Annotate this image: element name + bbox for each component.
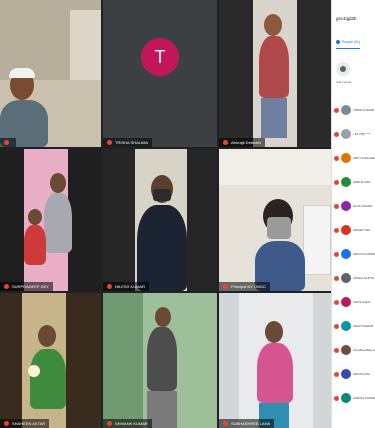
participant-name: SUBHASHREE LAHA: [219, 419, 275, 428]
avatar: [341, 393, 351, 403]
avatar: [341, 249, 351, 259]
mic-off-icon: [334, 131, 339, 137]
participant-row[interactable]: VINOD KUMAR: [332, 98, 375, 122]
participant-name: SURPRADEEP DEY: [0, 282, 53, 291]
participant-row[interactable]: ANKITA KUMARI: [332, 242, 375, 266]
participant-name: +91 7397 ***: [353, 132, 370, 136]
mic-off-icon: [334, 203, 339, 209]
avatar: [341, 345, 351, 355]
participant-row[interactable]: +91 7397 ***: [332, 122, 375, 146]
participant-name: [0, 138, 16, 147]
avatar: [341, 153, 351, 163]
participant-name: SHAHEEN AKTAR: [0, 419, 50, 428]
avatar: [341, 105, 351, 115]
mic-off-icon: [334, 275, 339, 281]
mic-off-icon: [107, 421, 112, 426]
participant-name: Principal KV ONGC: [219, 282, 270, 291]
mic-off-icon: [334, 155, 339, 161]
mic-off-icon: [334, 251, 339, 257]
mic-off-icon: [334, 107, 339, 113]
mic-off-icon: [107, 140, 112, 145]
people-icon: [336, 40, 340, 44]
video-tile[interactable]: SUBHASHREE LAHA: [219, 293, 331, 428]
participant-row[interactable]: ANVIKA PAL: [332, 362, 375, 386]
avatar: [341, 225, 351, 235]
avatar: [341, 273, 351, 283]
avatar: T: [141, 38, 179, 76]
participant-row[interactable]: ANUP KUMAR: [332, 314, 375, 338]
participant-row[interactable]: ASHISH KUMAR: [332, 386, 375, 410]
participant-name: TRISHA SHALIMA: [103, 138, 153, 147]
participant-row[interactable]: ALOK ANAND: [332, 194, 375, 218]
participant-row[interactable]: ADITYA BALDEV: [332, 146, 375, 170]
participant-row[interactable]: ANITA SAHA: [332, 290, 375, 314]
participant-name: Anushka Majumdar: [353, 348, 375, 352]
add-people-label: Add people: [336, 80, 352, 84]
mic-off-icon: [334, 179, 339, 185]
participant-name: ANITA SAHA: [353, 300, 371, 304]
mic-off-icon: [334, 323, 339, 329]
mic-off-icon: [4, 140, 9, 145]
people-panel: gsc4qgl2b People (31) Add people VINOD K…: [331, 0, 375, 428]
add-people-button[interactable]: [336, 62, 350, 76]
mic-off-icon: [334, 227, 339, 233]
participant-row[interactable]: ANIKET RAY: [332, 218, 375, 242]
avatar: [341, 129, 351, 139]
mic-off-icon: [334, 395, 339, 401]
participant-name: ASHISH KUMAR: [353, 396, 375, 400]
avatar-letter: T: [154, 46, 166, 67]
participant-row[interactable]: Anushka Majumdar: [332, 338, 375, 362]
mic-off-icon: [223, 421, 228, 426]
avatar: [341, 369, 351, 379]
participant-name: ADRIJA DAS: [353, 180, 371, 184]
avatar: [341, 177, 351, 187]
video-tile[interactable]: Abhrajit Debnath: [219, 0, 331, 147]
video-tile[interactable]: SURPRADEEP DEY: [0, 149, 101, 291]
participant-name: NILESH KUMAR: [103, 282, 150, 291]
participant-row[interactable]: ADRIJA DAS: [332, 170, 375, 194]
mic-off-icon: [334, 347, 339, 353]
tab-people-label: People (31): [342, 40, 361, 44]
tab-people[interactable]: People (31): [336, 40, 360, 44]
video-grid: T TRISHA SHALIMA Abhrajit Debnath SURPRA…: [0, 0, 331, 428]
video-tile[interactable]: SHIVANK KUMAR: [103, 293, 217, 428]
video-tile[interactable]: NILESH KUMAR: [103, 149, 217, 291]
participant-name: ANUP KUMAR: [353, 324, 373, 328]
mic-off-icon: [334, 299, 339, 305]
mic-off-icon: [334, 371, 339, 377]
mic-off-icon: [107, 284, 112, 289]
video-tile[interactable]: SHAHEEN AKTAR: [0, 293, 101, 428]
mic-off-icon: [4, 284, 9, 289]
participant-name: ANSHA GUPTA: [353, 276, 375, 280]
avatar: [341, 297, 351, 307]
add-person-icon: [340, 66, 346, 72]
participant-name: ANVIKA PAL: [353, 372, 371, 376]
participant-name: SHIVANK KUMAR: [103, 419, 152, 428]
video-tile[interactable]: Principal KV ONGC: [219, 149, 331, 291]
mic-off-icon: [223, 284, 228, 289]
video-tile[interactable]: T TRISHA SHALIMA: [103, 0, 217, 147]
participant-name: VINOD KUMAR: [353, 108, 375, 112]
mic-off-icon: [4, 421, 9, 426]
participant-name: ANIKET RAY: [353, 228, 371, 232]
avatar: [341, 201, 351, 211]
participant-name: ADITYA BALDEV: [353, 156, 375, 160]
avatar: [341, 321, 351, 331]
video-tile[interactable]: [0, 0, 101, 147]
tab-underline: [336, 48, 360, 49]
participant-name: ALOK ANAND: [353, 204, 373, 208]
meeting-code: gsc4qgl2b: [336, 16, 357, 21]
participant-row[interactable]: ANSHA GUPTA: [332, 266, 375, 290]
mic-off-icon: [223, 140, 228, 145]
participant-name: Abhrajit Debnath: [219, 138, 265, 147]
participant-name: ANKITA KUMARI: [353, 252, 375, 256]
participant-list: VINOD KUMAR +91 7397 *** ADITYA BALDEV ADRI…: [332, 98, 375, 410]
